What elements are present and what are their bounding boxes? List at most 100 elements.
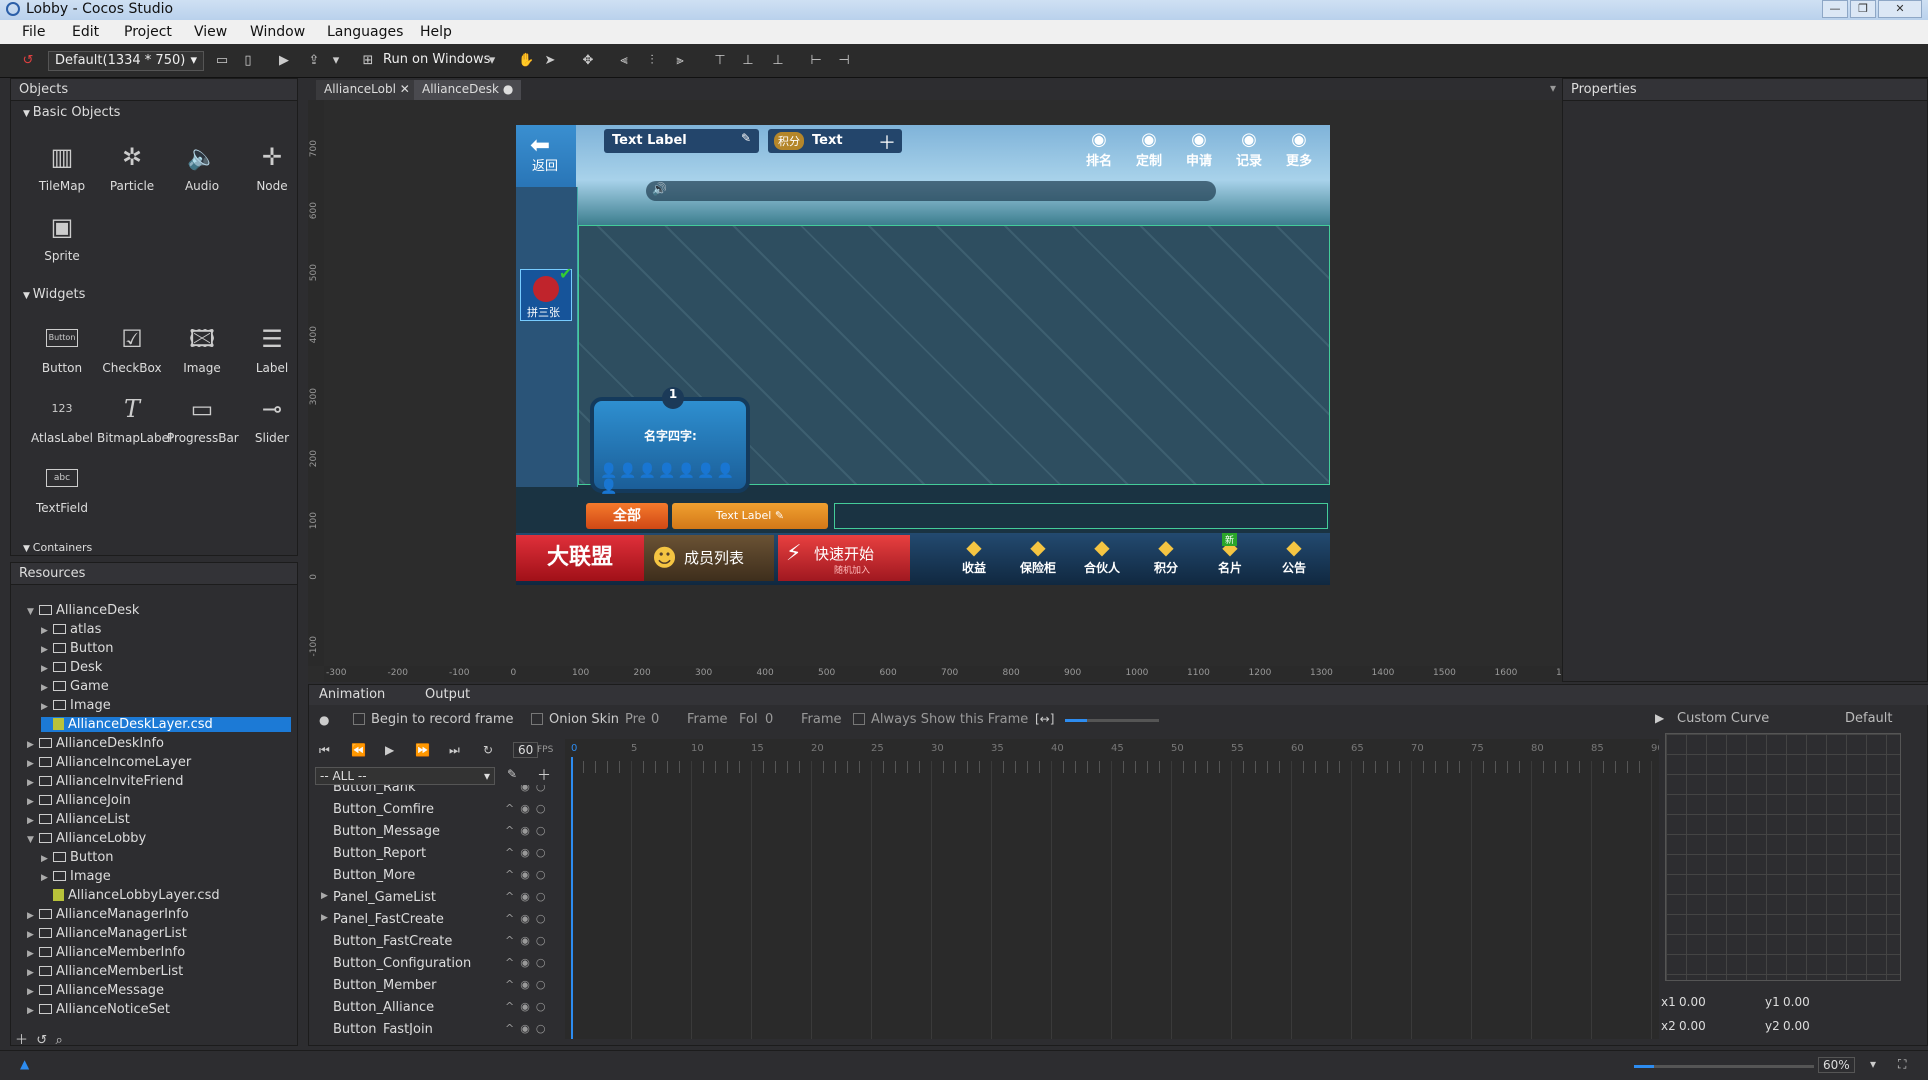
animation-node-row[interactable]: Button_More ^◉○ — [309, 865, 559, 887]
tool-image[interactable]: 🖾 Image — [167, 323, 237, 375]
tab-all-button[interactable]: 全部 — [586, 503, 668, 529]
animation-node-row[interactable]: Button_Alliance ^◉○ — [309, 997, 559, 1019]
resource-item[interactable]: ▶ Game — [41, 679, 109, 694]
resolution-dropdown[interactable]: Default(1334 * 750) ▾ — [48, 51, 204, 71]
align-middle-icon[interactable]: ⊥ — [740, 53, 756, 69]
row-visibility-icons[interactable]: ^◉○ — [505, 1022, 551, 1035]
add-node-icon[interactable]: ＋ — [537, 765, 551, 785]
zoom-input[interactable]: 60% — [1818, 1057, 1855, 1073]
record-checkbox[interactable] — [353, 713, 365, 725]
pencil-icon[interactable]: ✎ — [507, 767, 517, 781]
tool-particle[interactable]: ✲ Particle — [97, 141, 167, 193]
top-icon-button[interactable]: ◉ 记录 — [1226, 129, 1272, 173]
side-item-card[interactable]: 拼三张 ✔ — [520, 264, 572, 321]
menu-help[interactable]: Help — [420, 24, 452, 40]
tool-textfield[interactable]: abc TextField — [27, 463, 97, 515]
select-tool-icon[interactable]: ➤ — [542, 53, 558, 69]
run-dropdown-icon[interactable]: ▾ — [484, 53, 500, 69]
warning-icon[interactable]: ▲ — [20, 1057, 29, 1071]
resource-item[interactable]: ▶ AllianceMessage — [27, 983, 164, 998]
add-score-icon[interactable]: ＋ — [878, 129, 896, 155]
play-icon[interactable]: ▶ — [276, 53, 292, 69]
align-left-icon[interactable]: ⫷ — [616, 53, 632, 69]
curve-graph[interactable] — [1665, 733, 1901, 981]
row-visibility-icons[interactable]: ^◉○ — [505, 890, 551, 903]
minimize-button[interactable]: — — [1822, 0, 1848, 18]
animation-node-row[interactable]: Button_Report ^◉○ — [309, 843, 559, 865]
animation-node-row[interactable]: ▶ Panel_GameList ^◉○ — [309, 887, 559, 909]
close-button[interactable]: ✕ — [1878, 0, 1922, 18]
refresh-icon[interactable]: ↺ — [36, 1033, 47, 1048]
add-icon[interactable]: ＋ — [15, 1033, 28, 1048]
zoom-slider[interactable] — [1634, 1065, 1814, 1068]
row-visibility-icons[interactable]: ^◉○ — [505, 978, 551, 991]
x2-input[interactable]: 0.00 — [1679, 1019, 1706, 1033]
animation-node-row[interactable]: ▶ Panel_FastCreate ^◉○ — [309, 909, 559, 931]
animation-node-row[interactable]: Button_Comfire ^◉○ — [309, 799, 559, 821]
bottom-icon-button[interactable]: ◆ 保险柜 — [1010, 535, 1066, 583]
top-icon-button[interactable]: ◉ 定制 — [1126, 129, 1172, 173]
row-visibility-icons[interactable]: ^◉○ — [505, 956, 551, 969]
timeline[interactable]: 0 5 10 15 20 25 30 35 40 45 50 55 60 65 70 75 80 85 90 — [565, 739, 1659, 1039]
hand-tool-icon[interactable]: ✋ — [518, 53, 534, 69]
row-visibility-icons[interactable]: ^◉○ — [505, 1000, 551, 1013]
resource-item[interactable]: ▶ AllianceManagerInfo — [27, 907, 189, 922]
zoom-dropdown-icon[interactable]: ▾ — [1870, 1057, 1876, 1071]
top-icon-button[interactable]: ◉ 更多 — [1276, 129, 1322, 173]
pre-input[interactable]: 0 — [651, 712, 659, 727]
tab-animation[interactable]: Animation — [319, 687, 385, 702]
y2-input[interactable]: 0.00 — [1783, 1019, 1810, 1033]
resource-item[interactable]: AllianceLobbyLayer.csd — [41, 888, 220, 903]
record-icon[interactable]: ● — [319, 713, 329, 727]
distribute-h-icon[interactable]: ⊢ — [808, 53, 824, 69]
bottom-icon-button[interactable]: ◆ 合伙人 — [1074, 535, 1130, 583]
play-icon[interactable]: ▶ — [385, 743, 394, 757]
tool-label[interactable]: ☰ Label — [237, 323, 307, 375]
tool-button[interactable]: Button Button — [27, 323, 97, 375]
resource-item[interactable]: ▶ Desk — [41, 660, 102, 675]
zoom-slider[interactable] — [1065, 719, 1159, 722]
always-checkbox[interactable] — [853, 713, 865, 725]
game-scene[interactable]: ⬅ 返回 Text Label ✎ 积分 Text ＋ 🔊 ◉ 排名 ◉ 定制 ◉ 申请 ◉… — [516, 125, 1330, 585]
resource-item[interactable]: ▶ AllianceManagerList — [27, 926, 187, 941]
playhead[interactable] — [571, 757, 573, 1039]
tool-sprite[interactable]: ▣ Sprite — [27, 211, 97, 263]
tab-label-button[interactable]: Text Label ✎ — [672, 503, 828, 529]
resource-item[interactable]: ▶ Button — [41, 850, 114, 865]
expand-arrow-icon[interactable]: ▶ — [321, 913, 328, 923]
menu-view[interactable]: View — [194, 24, 227, 40]
resource-item[interactable]: ▶ AllianceMemberList — [27, 964, 183, 979]
prev-frame-icon[interactable]: ⏪ — [351, 743, 366, 757]
edit-icon[interactable]: ✎ — [741, 131, 751, 145]
resource-item[interactable]: ▶ AllianceList — [27, 812, 130, 827]
animation-node-row[interactable]: Button_FastJoin ^◉○ — [309, 1019, 559, 1035]
animation-node-row[interactable]: Button_Member ^◉○ — [309, 975, 559, 997]
resource-item[interactable]: ▶ Button — [41, 641, 114, 656]
alliance-button[interactable]: 大联盟 — [516, 535, 644, 581]
animation-node-row[interactable]: Button_Message ^◉○ — [309, 821, 559, 843]
room-card[interactable]: 1 名字四字: 👤👤👤👤👤👤👤👤 — [590, 387, 750, 495]
row-visibility-icons[interactable]: ^◉○ — [505, 846, 551, 859]
align-right-icon[interactable]: ⫸ — [672, 53, 688, 69]
resource-item[interactable]: ▼ AllianceLobby — [27, 831, 146, 846]
resource-item[interactable]: ▶ AllianceNoticeSet — [27, 1002, 170, 1017]
resource-item[interactable]: ▶ AllianceInviteFriend — [27, 774, 184, 789]
tabs-dropdown-icon[interactable]: ▾ — [1550, 81, 1556, 95]
move-icon[interactable]: ✥ — [580, 53, 596, 69]
align-top-icon[interactable]: ⊤ — [712, 53, 728, 69]
row-visibility-icons[interactable]: ^◉○ — [505, 824, 551, 837]
loop-icon[interactable]: ↻ — [483, 743, 493, 757]
tool-node[interactable]: ✛ Node — [237, 141, 307, 193]
tool-bitmaplabel[interactable]: T BitmapLabel — [97, 393, 172, 445]
publish-icon[interactable]: ⇪ — [306, 53, 322, 69]
fol-input[interactable]: 0 — [765, 712, 773, 727]
row-visibility-icons[interactable]: ^◉○ — [505, 934, 551, 947]
distribute-v-icon[interactable]: ⊣ — [836, 53, 852, 69]
resource-item[interactable]: AllianceDeskLayer.csd — [41, 717, 291, 732]
bottom-icon-button[interactable]: ◆ 积分 — [1138, 535, 1194, 583]
first-frame-icon[interactable]: ⏮ — [319, 743, 330, 758]
run-on-windows-button[interactable]: Run on Windows — [383, 52, 490, 67]
resource-item[interactable]: ▶ atlas — [41, 622, 101, 637]
animation-node-row[interactable]: Button_Configuration ^◉○ — [309, 953, 559, 975]
resource-item[interactable]: ▶ AllianceIncomeLayer — [27, 755, 191, 770]
